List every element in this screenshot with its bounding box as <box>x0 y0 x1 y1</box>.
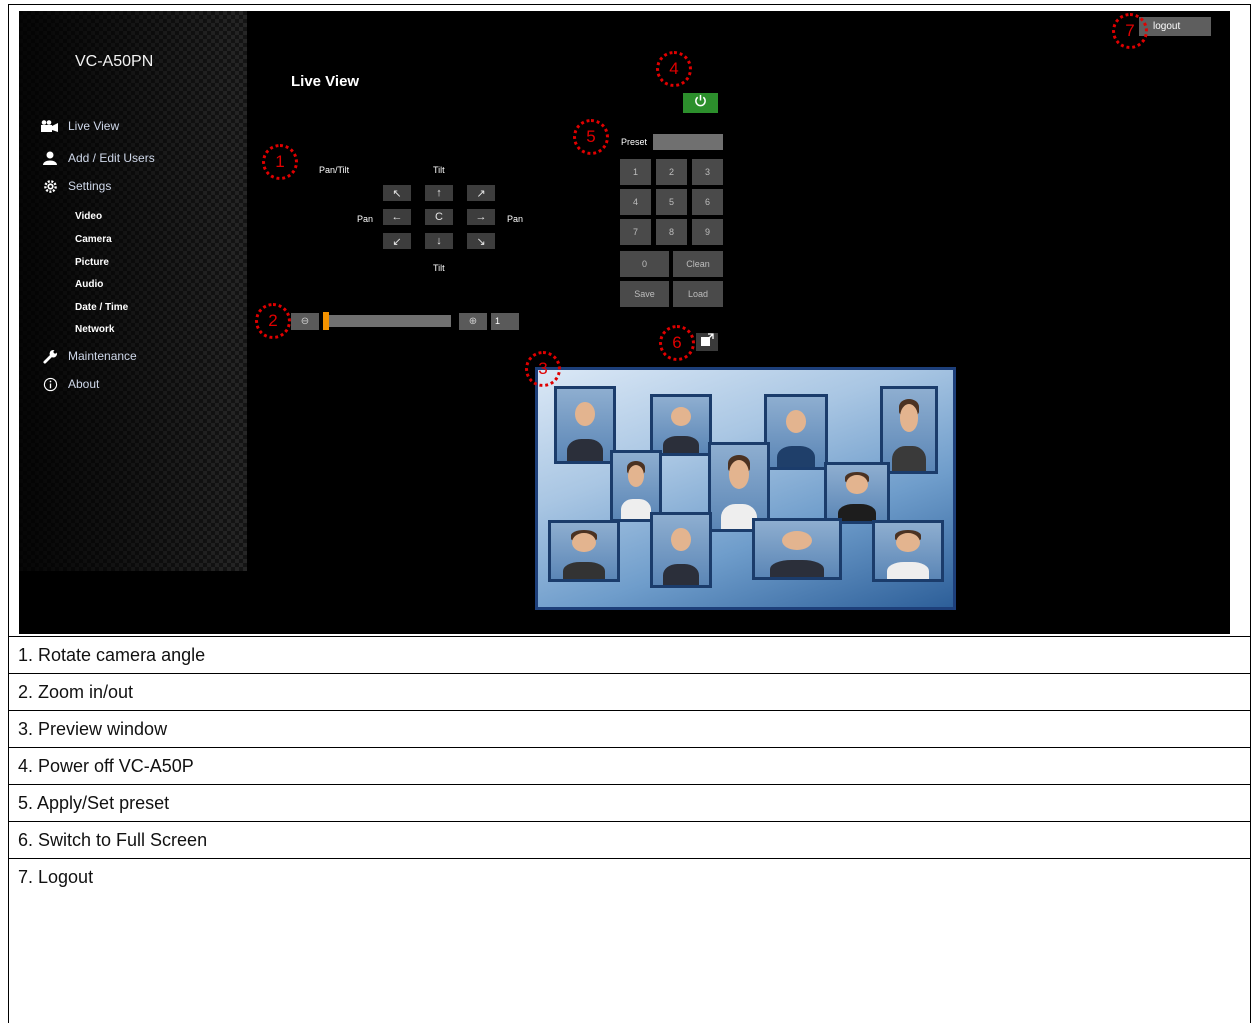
tilt-down-button[interactable]: ↓ <box>425 233 453 249</box>
preset-save-button[interactable]: Save <box>620 281 669 307</box>
zoom-out-button[interactable]: ⊖ <box>291 313 319 330</box>
preview-photo <box>880 386 938 474</box>
tilt-top-label: Tilt <box>433 165 445 175</box>
info-icon <box>41 376 59 392</box>
settings-sub-date-time[interactable]: Date / Time <box>75 302 128 313</box>
sidebar-item-users[interactable]: Add / Edit Users <box>41 150 155 166</box>
legend-row-3: 3. Preview window <box>8 710 1251 747</box>
sidebar-item-settings[interactable]: Settings <box>41 178 111 194</box>
zoom-slider-thumb[interactable] <box>323 312 329 330</box>
pan-left-label: Pan <box>357 214 374 224</box>
callout-marker-2: 2 <box>255 303 291 339</box>
power-button[interactable] <box>683 93 718 113</box>
callout-marker-5: 5 <box>573 119 609 155</box>
pan-down-right-button[interactable]: ↘ <box>467 233 495 249</box>
preset-key-8[interactable]: 8 <box>656 219 687 245</box>
settings-sub-camera[interactable]: Camera <box>75 234 112 245</box>
preset-load-button[interactable]: Load <box>673 281 723 307</box>
preview-photo <box>650 394 712 456</box>
preset-key-3[interactable]: 3 <box>692 159 723 185</box>
callout-marker-1: 1 <box>262 144 298 180</box>
preset-key-7[interactable]: 7 <box>620 219 651 245</box>
zoom-in-button[interactable]: ⊕ <box>459 313 487 330</box>
sidebar-item-label: Add / Edit Users <box>68 151 155 165</box>
callout-marker-4: 4 <box>656 51 692 87</box>
preset-key-4[interactable]: 4 <box>620 189 651 215</box>
legend-row-4: 4. Power off VC-A50P <box>8 747 1251 784</box>
preset-key-2[interactable]: 2 <box>656 159 687 185</box>
preset-key-9[interactable]: 9 <box>692 219 723 245</box>
wrench-icon <box>41 348 59 364</box>
fullscreen-button[interactable] <box>696 332 718 352</box>
legend-row-5: 5. Apply/Set preset <box>8 784 1251 821</box>
sidebar-item-label: Live View <box>68 119 120 133</box>
pan-left-button[interactable]: ← <box>383 209 411 225</box>
sidebar <box>19 11 247 571</box>
fullscreen-icon <box>700 332 714 352</box>
preview-photo <box>764 394 828 470</box>
zoom-slider[interactable] <box>323 315 451 327</box>
sidebar-item-label: Settings <box>68 179 112 193</box>
page-title: Live View <box>291 73 360 90</box>
tilt-up-button[interactable]: ↑ <box>425 185 453 201</box>
callout-marker-7: 7 <box>1112 13 1148 49</box>
gear-icon <box>41 178 59 194</box>
zoom-value: 1 <box>491 313 519 330</box>
preset-key-0[interactable]: 0 <box>620 251 669 277</box>
preview-photo <box>554 386 616 464</box>
camera-icon <box>41 118 59 134</box>
preview-window <box>535 367 956 610</box>
tilt-bottom-label: Tilt <box>433 263 445 273</box>
settings-sub-audio[interactable]: Audio <box>75 279 103 290</box>
preset-key-1[interactable]: 1 <box>620 159 651 185</box>
legend-row-2: 2. Zoom in/out <box>8 673 1251 710</box>
pan-up-left-button[interactable]: ↖ <box>383 185 411 201</box>
settings-sub-video[interactable]: Video <box>75 211 102 222</box>
legend-row-1: 1. Rotate camera angle <box>8 636 1251 673</box>
preset-clean-button[interactable]: Clean <box>673 251 723 277</box>
web-ui-screenshot: VC-A50PN Live View Add / Edit Users Sett… <box>19 11 1230 634</box>
sidebar-item-maintenance[interactable]: Maintenance <box>41 348 137 364</box>
legend-row-6: 6. Switch to Full Screen <box>8 821 1251 858</box>
logout-button[interactable]: logout <box>1139 17 1211 36</box>
preview-photo <box>824 462 890 524</box>
callout-marker-6: 6 <box>659 325 695 361</box>
preview-photo <box>872 520 944 582</box>
pan-right-button[interactable]: → <box>467 209 495 225</box>
legend-row-7: 7. Logout <box>8 858 1251 895</box>
user-icon <box>41 150 59 166</box>
preset-key-6[interactable]: 6 <box>692 189 723 215</box>
pan-tilt-label: Pan/Tilt <box>319 165 350 175</box>
preview-photo <box>752 518 842 580</box>
settings-sub-network[interactable]: Network <box>75 324 114 335</box>
sidebar-item-label: About <box>68 377 100 391</box>
preview-photo <box>548 520 620 582</box>
preset-label: Preset <box>621 137 648 147</box>
preset-input[interactable] <box>653 134 723 150</box>
ptz-home-button[interactable]: C <box>425 209 453 225</box>
pan-down-left-button[interactable]: ↙ <box>383 233 411 249</box>
pan-up-right-button[interactable]: ↗ <box>467 185 495 201</box>
sidebar-item-label: Maintenance <box>68 349 137 363</box>
power-icon <box>694 94 707 112</box>
sidebar-item-live-view[interactable]: Live View <box>41 118 119 134</box>
preset-key-5[interactable]: 5 <box>656 189 687 215</box>
callout-marker-3: 3 <box>525 351 561 387</box>
pan-right-label: Pan <box>507 214 524 224</box>
settings-sub-picture[interactable]: Picture <box>75 257 109 268</box>
sidebar-item-about[interactable]: About <box>41 376 99 392</box>
model-name: VC-A50PN <box>75 53 154 70</box>
preview-photo <box>650 512 712 588</box>
